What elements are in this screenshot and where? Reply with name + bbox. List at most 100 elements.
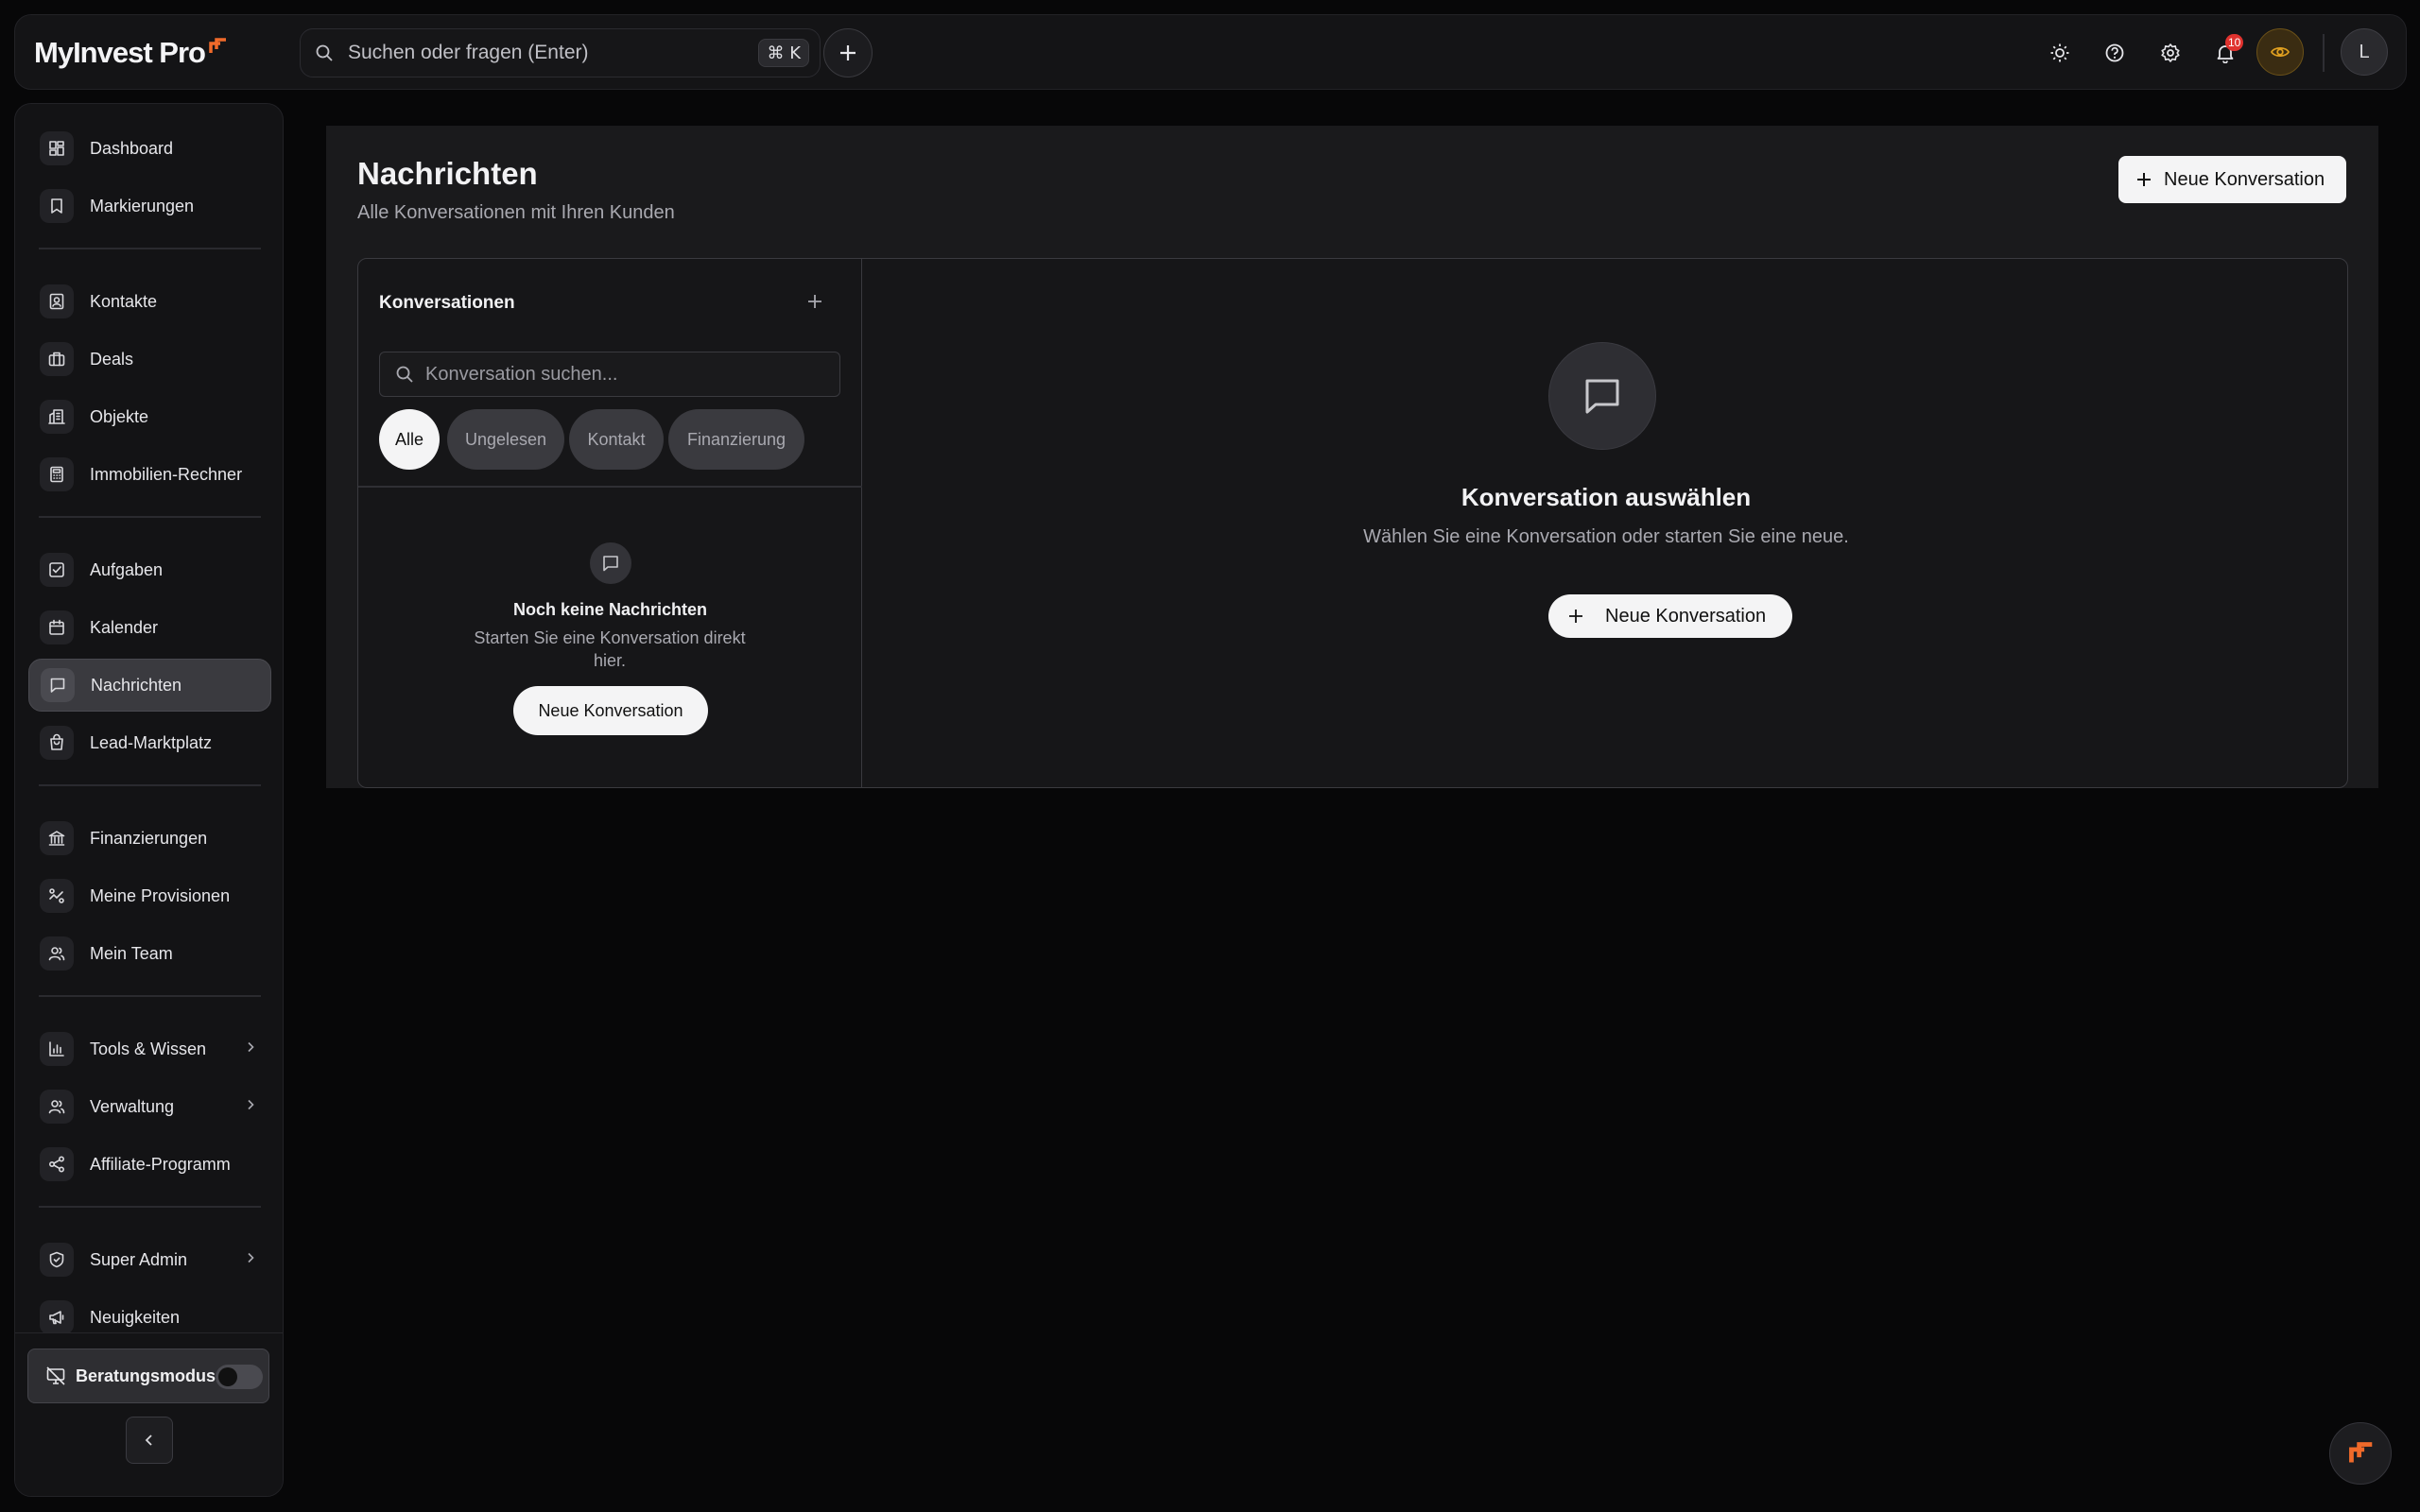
sidebar-item-label: Immobilien-Rechner bbox=[90, 464, 243, 484]
monitor-off-icon bbox=[46, 1366, 65, 1385]
plus-icon bbox=[808, 295, 821, 308]
sidebar-item-aufgaben[interactable]: Aufgaben bbox=[28, 543, 271, 596]
search-icon bbox=[396, 366, 413, 383]
sidebar-item-finanzierungen[interactable]: Finanzierungen bbox=[28, 812, 271, 865]
sidebar-footer: Beratungsmodus bbox=[15, 1332, 283, 1496]
sidebar-item-kontakte[interactable]: Kontakte bbox=[28, 275, 271, 328]
logo[interactable]: MyInvest Pro bbox=[34, 32, 228, 74]
sidebar-separator bbox=[39, 516, 261, 518]
top-bar: MyInvest Pro Suchen oder fragen (Enter) … bbox=[14, 14, 2407, 90]
sidebar-item-label: Mein Team bbox=[90, 943, 173, 963]
conversation-search-input[interactable]: Konversation suchen... bbox=[379, 352, 840, 397]
global-search-input[interactable]: Suchen oder fragen (Enter) ⌘ K bbox=[300, 28, 821, 77]
sidebar-item-objekte[interactable]: Objekte bbox=[28, 390, 271, 443]
conversation-list-pane: Konversationen Konversation suchen... Al… bbox=[358, 259, 862, 787]
plus-icon bbox=[1569, 610, 1582, 623]
sidebar-item-dashboard[interactable]: Dashboard bbox=[28, 122, 271, 175]
sidebar-item-tools-wissen[interactable]: Tools & Wissen bbox=[28, 1022, 271, 1075]
chevron-right-icon bbox=[243, 1097, 258, 1112]
sidebar-item-affiliate-programm[interactable]: Affiliate-Programm bbox=[28, 1138, 271, 1191]
shield-icon bbox=[40, 1243, 74, 1277]
notification-badge: 10 bbox=[2225, 34, 2244, 51]
filter-chip-kontakt[interactable]: Kontakt bbox=[569, 409, 664, 470]
new-conversation-button[interactable]: Neue Konversation bbox=[2118, 156, 2346, 203]
sidebar-item-kalender[interactable]: Kalender bbox=[28, 601, 271, 654]
page-subtitle: Alle Konversationen mit Ihren Kunden bbox=[357, 202, 675, 223]
logo-mark-icon bbox=[2349, 1442, 2373, 1463]
sidebar-item-label: Neuigkeiten bbox=[90, 1307, 181, 1327]
new-conversation-label: Neue Konversation bbox=[2164, 168, 2325, 190]
megaphone-icon bbox=[40, 1300, 74, 1334]
notifications-button[interactable]: 10 bbox=[2206, 34, 2244, 72]
empty-state-text: Starten Sie eine Konversation direkt hie… bbox=[474, 628, 746, 670]
sidebar-item-verwaltung[interactable]: Verwaltung bbox=[28, 1080, 271, 1133]
chevron-left-icon bbox=[145, 1435, 152, 1446]
sun-icon bbox=[2050, 43, 2069, 62]
list-divider bbox=[358, 486, 862, 488]
dashboard-icon bbox=[40, 131, 74, 165]
select-conversation-text: Wählen Sie eine Konversation oder starte… bbox=[1363, 526, 1849, 547]
briefcase-icon bbox=[40, 342, 74, 376]
empty-message-icon bbox=[590, 542, 631, 584]
assistant-fab-button[interactable] bbox=[2329, 1422, 2392, 1485]
message-icon bbox=[41, 668, 75, 702]
theme-toggle-button[interactable] bbox=[2041, 34, 2079, 72]
sidebar-item-label: Deals bbox=[90, 349, 134, 369]
plus-icon bbox=[840, 45, 856, 60]
sidebar-item-nachrichten[interactable]: Nachrichten bbox=[28, 659, 271, 712]
bank-icon bbox=[40, 821, 74, 855]
chevron-right-icon bbox=[243, 1040, 258, 1055]
help-button[interactable] bbox=[2096, 34, 2134, 72]
help-icon bbox=[2105, 43, 2124, 62]
sidebar-item-lead-marktplatz[interactable]: Lead-Marktplatz bbox=[28, 716, 271, 769]
contacts-icon bbox=[40, 284, 74, 318]
main-content: Nachrichten Alle Konversationen mit Ihre… bbox=[326, 126, 2378, 788]
sidebar-separator bbox=[39, 248, 261, 249]
empty-new-conversation-button[interactable]: Neue Konversation bbox=[513, 686, 708, 735]
consult-mode-label: Beratungsmodus bbox=[76, 1366, 216, 1385]
collapse-sidebar-button[interactable] bbox=[126, 1417, 173, 1464]
search-placeholder: Suchen oder fragen (Enter) bbox=[348, 42, 589, 63]
filter-chip-ungelesen[interactable]: Ungelesen bbox=[447, 409, 564, 470]
sidebar-item-meine-provisionen[interactable]: Meine Provisionen bbox=[28, 869, 271, 922]
conversations-panel: Konversationen Konversation suchen... Al… bbox=[357, 258, 2348, 788]
sidebar-separator bbox=[39, 995, 261, 997]
empty-state-title: Noch keine Nachrichten bbox=[512, 600, 708, 619]
sidebar-separator bbox=[39, 1206, 261, 1208]
sidebar-item-label: Markierungen bbox=[90, 196, 195, 215]
conversation-detail-pane: Konversation auswählen Wählen Sie eine K… bbox=[863, 259, 2347, 787]
consult-mode-toggle[interactable]: Beratungsmodus bbox=[27, 1349, 269, 1403]
sidebar-item-label: Tools & Wissen bbox=[90, 1039, 207, 1058]
calendar-icon bbox=[40, 610, 74, 644]
building-icon bbox=[40, 400, 74, 434]
sidebar-item-mein-team[interactable]: Mein Team bbox=[28, 927, 271, 980]
consult-mode-switch[interactable] bbox=[216, 1365, 263, 1389]
gear-icon bbox=[2161, 43, 2180, 62]
sidebar-item-label: Kontakte bbox=[90, 291, 158, 311]
search-icon bbox=[316, 44, 333, 61]
filter-chip-alle[interactable]: Alle bbox=[379, 409, 440, 470]
team-icon bbox=[40, 936, 74, 971]
add-conversation-button[interactable] bbox=[806, 293, 823, 310]
sidebar-item-label: Dashboard bbox=[90, 138, 174, 158]
sidebar-item-label: Verwaltung bbox=[90, 1096, 175, 1116]
chevron-right-icon bbox=[243, 1250, 258, 1265]
detail-new-conversation-button[interactable]: Neue Konversation bbox=[1548, 594, 1792, 638]
logo-mark-icon bbox=[209, 38, 226, 53]
quick-add-button[interactable] bbox=[823, 28, 873, 77]
sidebar-item-deals[interactable]: Deals bbox=[28, 333, 271, 386]
sidebar-item-super-admin[interactable]: Super Admin bbox=[28, 1233, 271, 1286]
eye-icon bbox=[2270, 46, 2290, 58]
sidebar-item-markierungen[interactable]: Markierungen bbox=[28, 180, 271, 232]
filter-chip-finanzierung[interactable]: Finanzierung bbox=[668, 409, 804, 470]
sidebar-item-label: Finanzierungen bbox=[90, 828, 208, 848]
task-icon bbox=[40, 553, 74, 587]
user-avatar[interactable]: L bbox=[2341, 28, 2388, 76]
share-icon bbox=[40, 1147, 74, 1181]
settings-button[interactable] bbox=[2152, 34, 2189, 72]
conversation-list-title: Konversationen bbox=[379, 293, 515, 313]
sidebar-item-immobilien-rechner[interactable]: Immobilien-Rechner bbox=[28, 448, 271, 501]
sidebar-item-label: Meine Provisionen bbox=[90, 885, 231, 905]
visibility-button[interactable] bbox=[2256, 28, 2304, 76]
chart-icon bbox=[40, 1032, 74, 1066]
